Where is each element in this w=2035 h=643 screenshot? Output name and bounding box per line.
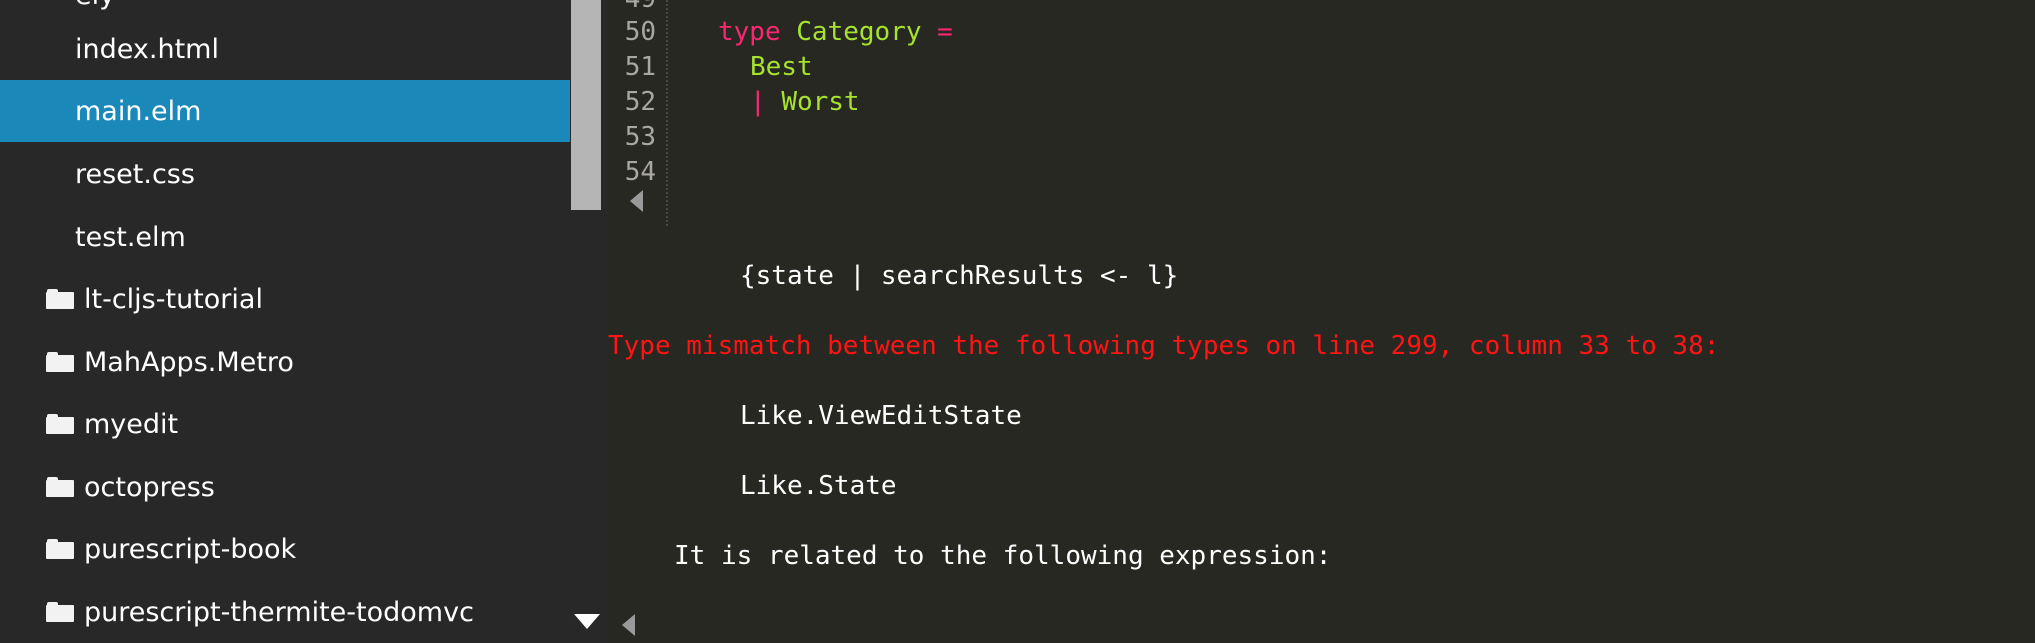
tree-item-label: lt-cljs-tutorial [84,283,263,315]
type-line: Like.State [740,471,897,501]
folder-icon [46,352,74,372]
tree-item-label: reset.css [75,158,195,190]
tree-item-label: main.elm [75,95,202,127]
code-editor[interactable]: 49 50 51 52 53 54 type Category = Best |… [608,0,2035,226]
expression-line: {state | searchResults <- l} [740,261,1179,291]
tree-item-label: MahApps.Metro [84,346,294,378]
folder-icon [46,289,74,309]
tree-file-item[interactable]: test.elm [0,206,570,268]
scroll-down-arrow-icon[interactable] [574,614,600,629]
file-tree-sidebar: ely index.html main.elm reset.css test.e… [0,0,608,643]
error-message: Type mismatch between the following type… [608,331,1720,361]
line-number: 52 [624,87,656,117]
sidebar-scrollbar-thumb[interactable] [571,0,601,210]
operator-token: = [937,17,953,47]
compiler-output-console: {state | searchResults <- l} Type mismat… [608,226,2035,643]
tree-item-label: test.elm [75,221,186,253]
code-line: | Worst [750,85,860,120]
operator-token: | [750,87,766,117]
folder-icon [46,602,74,622]
tree-item-label: ely [0,0,115,11]
tree-folder-item[interactable]: lt-cljs-tutorial [0,268,570,330]
tree-item-label: index.html [75,33,219,65]
tree-folder-item[interactable]: purescript-book [0,518,570,580]
code-line: type Category = [718,15,953,50]
tree-folder-item[interactable]: myedit [0,393,570,455]
type-name-token: Category [796,17,922,47]
line-number: 54 [624,157,656,187]
constructor-token: Best [750,52,813,82]
folder-icon [46,539,74,559]
tree-item-label: myedit [84,408,179,440]
line-number: 50 [624,17,656,47]
line-number: 51 [624,52,656,82]
line-number: 53 [624,122,656,152]
tree-file-item[interactable]: index.html [0,18,570,80]
tree-folder-item[interactable]: purescript-thermite-todomvc [0,581,570,643]
folder-icon [46,477,74,497]
tree-folder-item[interactable]: octopress [0,456,570,518]
tree-file-item[interactable]: reset.css [0,143,570,205]
tree-folder-item[interactable]: MahApps.Metro [0,331,570,393]
scroll-left-arrow-icon[interactable] [622,614,635,636]
tree-item-label: octopress [84,471,215,503]
related-expression-line: It is related to the following expressio… [674,541,1332,571]
tree-item-label: purescript-book [84,533,297,565]
constructor-token: Worst [781,87,860,117]
tree-file-item-selected[interactable]: main.elm [0,80,570,142]
folder-icon [46,414,74,434]
keyword-token: type [718,17,781,47]
type-line: Like.ViewEditState [740,401,1022,431]
code-line: Best [750,50,813,85]
tree-item-label: purescript-thermite-todomvc [84,596,474,628]
scroll-left-arrow-icon[interactable] [630,190,643,212]
